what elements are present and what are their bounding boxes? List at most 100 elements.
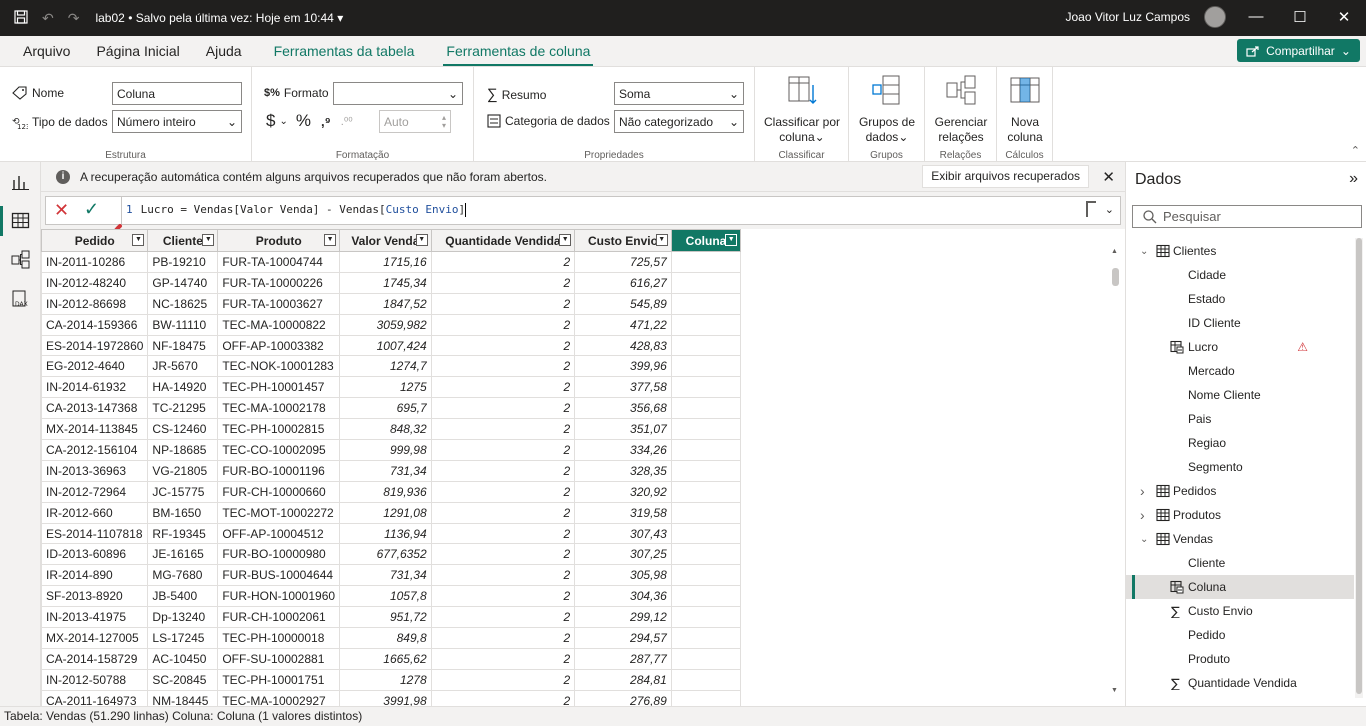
summary-select[interactable]: Soma ⌄	[614, 82, 744, 105]
table-cell[interactable]: 677,6352	[339, 543, 432, 566]
share-button[interactable]: Compartilhar ⌄	[1237, 39, 1360, 62]
sort-by-column-button[interactable]: Classificar por coluna⌄	[755, 73, 849, 145]
table-cell[interactable]	[670, 522, 742, 545]
table-cell[interactable]: IN-2014-61932	[41, 376, 149, 399]
table-cell[interactable]: TEC-CO-10002095	[217, 439, 341, 461]
table-cell[interactable]: 294,57	[574, 627, 672, 649]
tree-field-item[interactable]: Coluna	[1126, 575, 1354, 599]
tree-field-item[interactable]: Nome Cliente	[1126, 383, 1354, 407]
table-cell[interactable]: 1136,94	[339, 522, 432, 545]
table-cell[interactable]: TC-21295	[147, 397, 219, 420]
table-cell[interactable]: TEC-PH-10002815	[217, 418, 341, 441]
table-cell[interactable]: 299,12	[574, 606, 672, 629]
table-cell[interactable]: NP-18685	[147, 439, 219, 461]
table-cell[interactable]: LS-17245	[147, 627, 219, 649]
table-cell[interactable]	[670, 585, 742, 608]
tree-field-item[interactable]: Cidade	[1126, 263, 1354, 287]
format-select[interactable]: ⌄	[333, 82, 463, 105]
table-cell[interactable]: JB-5400	[147, 585, 219, 608]
table-cell[interactable]	[670, 564, 742, 587]
cancel-icon[interactable]: ✕	[54, 200, 69, 221]
tab-ferramentas-tabela[interactable]: Ferramentas da tabela	[261, 43, 428, 66]
filter-dropdown-icon[interactable]: ▼	[324, 234, 337, 246]
table-cell[interactable]: 1291,08	[339, 501, 432, 524]
formula-format-icon[interactable]	[1086, 201, 1096, 217]
maximize-icon[interactable]: ☐	[1290, 8, 1310, 26]
decimal-places-input[interactable]: Auto ▴ ▾	[379, 110, 451, 133]
table-cell[interactable]: CS-12460	[147, 418, 219, 441]
table-cell[interactable]: MX-2014-127005	[41, 627, 149, 649]
table-cell[interactable]: 2	[430, 251, 576, 273]
table-cell[interactable]: IN-2013-41975	[41, 606, 149, 629]
table-cell[interactable]: OFF-SU-10002881	[217, 647, 341, 670]
manage-relationships-button[interactable]: Gerenciar relações	[925, 73, 997, 145]
tree-field-item[interactable]: Segmento	[1126, 455, 1354, 479]
tab-ajuda[interactable]: Ajuda	[193, 43, 255, 66]
filter-dropdown-icon[interactable]: ▼	[655, 234, 668, 246]
tree-field-item[interactable]: Estado	[1126, 287, 1354, 311]
tab-arquivo[interactable]: Arquivo	[10, 43, 83, 66]
table-cell[interactable]: 319,58	[574, 501, 672, 524]
redo-icon[interactable]: ↷	[68, 10, 80, 27]
table-cell[interactable]: HA-14920	[147, 376, 219, 399]
table-cell[interactable]: 3059,982	[339, 313, 432, 336]
tree-field-item[interactable]: ∑ Quantidade Vendida	[1126, 671, 1354, 695]
table-view-icon[interactable]	[11, 211, 30, 230]
column-header[interactable]: Cliente ▼	[147, 229, 219, 252]
table-cell[interactable]: 356,68	[574, 397, 672, 420]
table-cell[interactable]: NF-18475	[147, 334, 219, 357]
table-cell[interactable]: 2	[430, 564, 576, 587]
chevron-down-icon[interactable]: ⌄	[1140, 246, 1148, 257]
dax-query-view-icon[interactable]: DAX	[11, 290, 30, 309]
table-cell[interactable]: TEC-PH-10001751	[217, 668, 341, 691]
chevron-down-icon[interactable]: ⌄	[1105, 203, 1114, 216]
table-cell[interactable]: MX-2014-113845	[41, 418, 149, 441]
table-cell[interactable]: IN-2012-72964	[41, 480, 149, 503]
table-cell[interactable]: 545,89	[574, 292, 672, 315]
table-cell[interactable]: TEC-MA-10002178	[217, 397, 341, 420]
tree-field-item[interactable]: Produto	[1126, 647, 1354, 671]
collapse-pane-icon[interactable]: »	[1349, 170, 1358, 188]
table-cell[interactable]: AC-10450	[147, 647, 219, 670]
table-cell[interactable]: 1715,16	[339, 251, 432, 273]
table-cell[interactable]: FUR-HON-10001960	[217, 585, 341, 608]
data-type-select[interactable]: Número inteiro ⌄	[112, 110, 242, 133]
table-cell[interactable]: 999,98	[339, 439, 432, 461]
table-cell[interactable]: 284,81	[574, 668, 672, 691]
chevron-right-icon[interactable]: ›	[1140, 483, 1145, 499]
chevron-right-icon[interactable]: ›	[1140, 507, 1145, 523]
table-cell[interactable]	[670, 606, 742, 629]
close-icon[interactable]: ✕	[1334, 8, 1354, 26]
table-cell[interactable]: 1057,8	[339, 585, 432, 608]
table-cell[interactable]: FUR-BO-10001196	[217, 459, 341, 482]
table-cell[interactable]: SF-2013-8920	[41, 585, 149, 608]
table-cell[interactable]: 287,77	[574, 647, 672, 670]
tree-table-item[interactable]: ⌄ Clientes	[1126, 239, 1354, 263]
tab-pagina-inicial[interactable]: Página Inicial	[83, 43, 192, 66]
table-cell[interactable]: 304,36	[574, 585, 672, 608]
table-cell[interactable]: 305,98	[574, 564, 672, 587]
table-cell[interactable]: TEC-PH-10001457	[217, 376, 341, 399]
filter-dropdown-icon[interactable]: ▼	[202, 234, 215, 246]
table-cell[interactable]: 2	[430, 292, 576, 315]
table-cell[interactable]: RF-19345	[147, 522, 219, 545]
column-header[interactable]: Quantidade Vendida ▼	[430, 229, 576, 252]
table-cell[interactable]: VG-21805	[147, 459, 219, 482]
table-cell[interactable]	[670, 251, 742, 273]
tree-table-item[interactable]: ⌄ Vendas	[1126, 527, 1354, 551]
percent-icon[interactable]: %	[296, 111, 311, 131]
table-cell[interactable]: FUR-CH-10002061	[217, 606, 341, 629]
chevron-down-icon[interactable]: ⌄	[1140, 534, 1148, 545]
table-cell[interactable]: NM-18445	[147, 689, 219, 706]
tree-field-item[interactable]: ID Cliente	[1126, 311, 1354, 335]
table-cell[interactable]	[670, 627, 742, 649]
table-cell[interactable]: 471,22	[574, 313, 672, 336]
table-cell[interactable]: 276,89	[574, 689, 672, 706]
user-name[interactable]: Joao Vitor Luz Campos	[1065, 10, 1190, 24]
table-cell[interactable]: 1745,34	[339, 271, 432, 294]
chevron-down-icon[interactable]: ⌄	[279, 116, 287, 127]
table-cell[interactable]: 2	[430, 627, 576, 649]
column-header[interactable]: Produto ▼	[217, 229, 341, 252]
tree-field-item[interactable]: ∑ Custo Envio	[1126, 599, 1354, 623]
table-cell[interactable]: 1665,62	[339, 647, 432, 670]
